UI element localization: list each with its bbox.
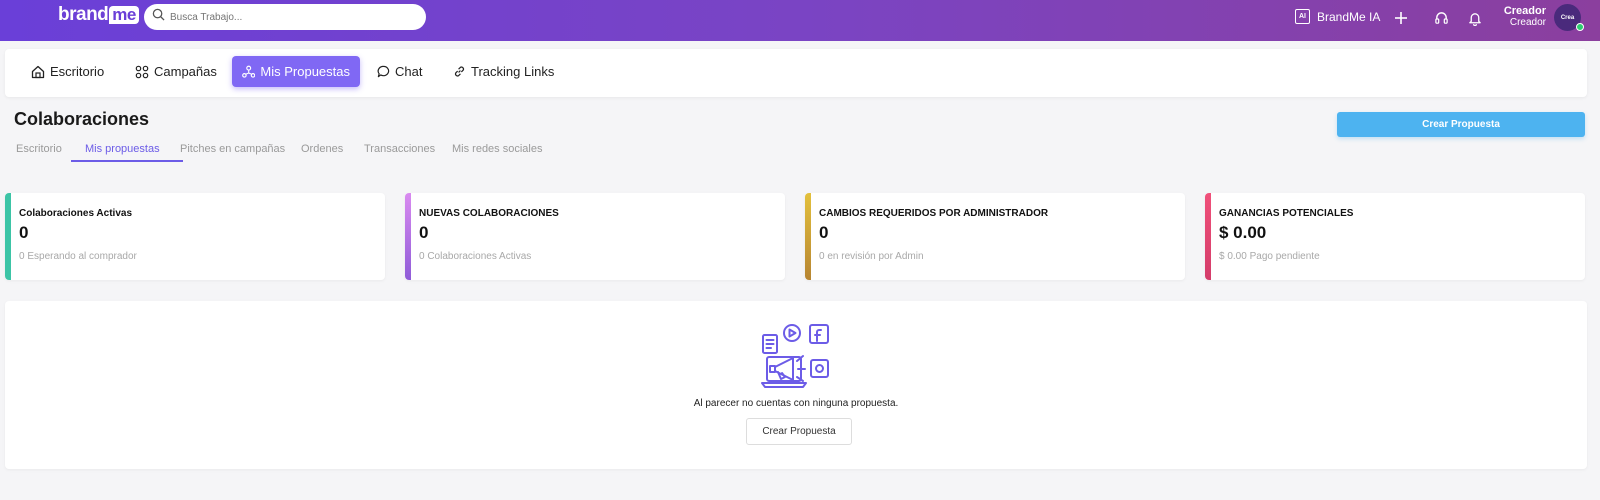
megaphone-illustration-icon (761, 323, 835, 396)
stat-card-new-collaborations: NUEVAS COLABORACIONES 0 0 Colaboraciones… (405, 193, 785, 280)
brandme-logo[interactable]: brand me (58, 4, 139, 26)
nav-label: Mis Propuestas (260, 64, 350, 79)
nav-item-mis-propuestas[interactable]: Mis Propuestas (232, 56, 360, 87)
subtab-ordenes[interactable]: Ordenes (301, 143, 343, 155)
avatar-text: Crea (1560, 14, 1575, 21)
stat-sub: 0 en revisión por Admin (819, 251, 924, 262)
empty-create-proposal-button[interactable]: Crear Propuesta (746, 418, 852, 445)
stat-value: $ 0.00 (1219, 223, 1267, 242)
chat-icon (377, 65, 390, 78)
ai-chip-icon: AI (1295, 9, 1310, 24)
stat-label: NUEVAS COLABORACIONES (419, 208, 559, 219)
main-nav: Escritorio Campañas Mis Propuestas Chat … (5, 49, 1587, 97)
nav-label: Tracking Links (471, 64, 555, 79)
subtab-mis-propuestas[interactable]: Mis propuestas (85, 143, 160, 155)
headset-icon[interactable] (1432, 9, 1450, 27)
user-name: Creador (1503, 5, 1546, 17)
logo-me-text: me (109, 6, 139, 24)
nav-label: Escritorio (50, 64, 105, 79)
page-title: Colaboraciones (14, 109, 150, 129)
online-status-dot (1576, 23, 1584, 31)
plus-icon[interactable] (1392, 9, 1410, 27)
nav-item-campanas[interactable]: Campañas (125, 56, 227, 87)
stat-card-active-collaborations: Colaboraciones Activas 0 0 Esperando al … (5, 193, 385, 280)
nav-item-tracking-links[interactable]: Tracking Links (443, 56, 564, 87)
campaigns-icon (135, 65, 149, 78)
stat-value: 0 (19, 223, 29, 242)
nav-item-chat[interactable]: Chat (367, 56, 432, 87)
stat-card-admin-changes: CAMBIOS REQUERIDOS POR ADMINISTRADOR 0 0… (805, 193, 1185, 280)
home-icon (31, 65, 45, 78)
stat-sub: 0 Esperando al comprador (19, 251, 137, 262)
user-role: Creador (1509, 17, 1546, 28)
subtab-pitches-en-campanas[interactable]: Pitches en campañas (180, 143, 285, 155)
nav-label: Chat (395, 64, 423, 79)
empty-state-panel: Al parecer no cuentas con ninguna propue… (5, 301, 1587, 469)
logo-brand-text: brand (58, 4, 109, 25)
stat-accent-bar (1205, 193, 1211, 280)
stat-card-potential-earnings: GANANCIAS POTENCIALES $ 0.00 $ 0.00 Pago… (1205, 193, 1585, 280)
stat-accent-bar (5, 193, 11, 280)
search-icon (152, 8, 165, 26)
user-menu[interactable]: Creador Creador (1480, 5, 1546, 29)
subtab-mis-redes-sociales[interactable]: Mis redes sociales (452, 143, 542, 155)
search-input[interactable] (170, 11, 410, 23)
nav-label: Campañas (154, 64, 217, 79)
empty-state-message: Al parecer no cuentas con ninguna propue… (693, 398, 899, 409)
stat-accent-bar (405, 193, 411, 280)
subtab-escritorio[interactable]: Escritorio (16, 143, 62, 155)
create-proposal-button[interactable]: Crear Propuesta (1337, 112, 1585, 137)
stat-sub: 0 Colaboraciones Activas (419, 251, 532, 262)
stat-value: 0 (419, 223, 429, 242)
brandme-ai-button[interactable]: AI BrandMe IA (1295, 9, 1380, 24)
stat-sub: $ 0.00 Pago pendiente (1219, 251, 1320, 262)
stat-label: Colaboraciones Activas (19, 208, 133, 219)
active-tab-indicator (71, 160, 183, 162)
top-bar: brandme AI BrandMe IA Creador Creador Cr… (0, 0, 1600, 41)
link-icon (454, 66, 465, 77)
stat-label: CAMBIOS REQUERIDOS POR ADMINISTRADOR (819, 208, 1049, 219)
subtab-transacciones[interactable]: Transacciones (364, 143, 435, 155)
stat-accent-bar (805, 193, 811, 280)
search-box[interactable] (144, 4, 426, 30)
proposals-icon (242, 65, 256, 78)
stat-value: 0 (819, 223, 829, 242)
nav-item-escritorio[interactable]: Escritorio (21, 56, 114, 87)
stat-label: GANANCIAS POTENCIALES (1219, 208, 1354, 219)
ai-label: BrandMe IA (1317, 9, 1381, 24)
